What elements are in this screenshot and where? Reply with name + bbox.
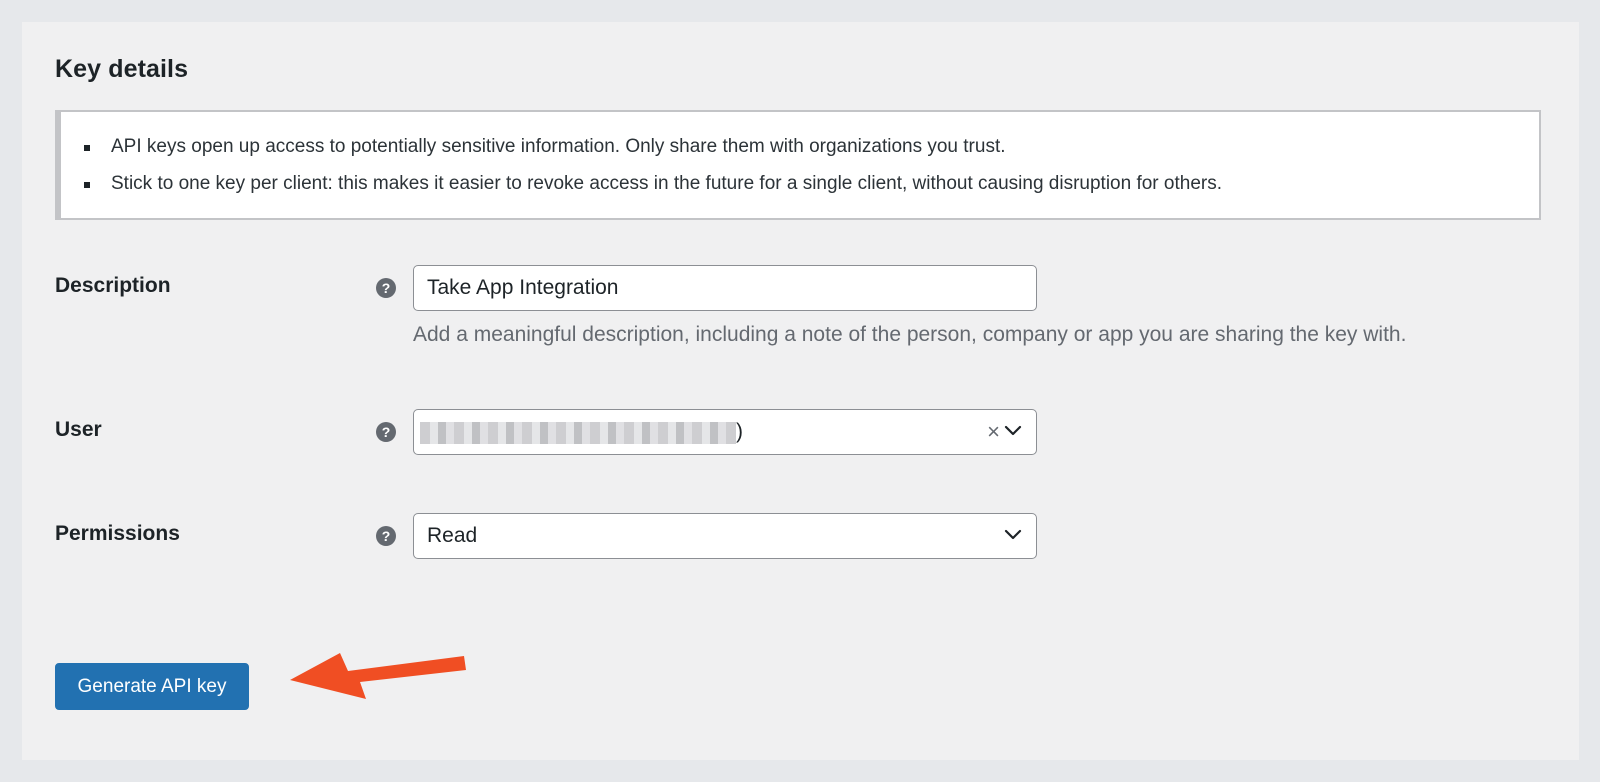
key-details-panel: Key details API keys open up access to p… <box>22 22 1579 760</box>
user-label: User <box>55 418 102 441</box>
permissions-select[interactable]: Read <box>413 513 1037 559</box>
chevron-down-icon[interactable] <box>1004 425 1022 437</box>
redacted-user-name <box>420 422 736 444</box>
description-help-text: Add a meaningful description, including … <box>413 323 1407 346</box>
notice-item: Stick to one key per client: this makes … <box>84 173 1222 194</box>
generate-api-key-button[interactable]: Generate API key <box>55 663 249 710</box>
description-label: Description <box>55 274 171 297</box>
permissions-label: Permissions <box>55 522 180 545</box>
info-notice: API keys open up access to potentially s… <box>55 110 1541 220</box>
notice-item: API keys open up access to potentially s… <box>84 136 1006 157</box>
help-icon[interactable]: ? <box>376 526 396 546</box>
permissions-value: Read <box>427 524 478 547</box>
help-icon[interactable]: ? <box>376 278 396 298</box>
page-title: Key details <box>55 55 189 83</box>
clear-icon[interactable]: × <box>987 410 1000 453</box>
user-select[interactable]: ) × <box>413 409 1037 455</box>
description-input[interactable] <box>413 265 1037 311</box>
user-value-suffix: ) <box>736 420 743 443</box>
chevron-down-icon <box>1004 529 1022 540</box>
help-icon[interactable]: ? <box>376 422 396 442</box>
annotation-arrow-icon <box>290 653 466 699</box>
